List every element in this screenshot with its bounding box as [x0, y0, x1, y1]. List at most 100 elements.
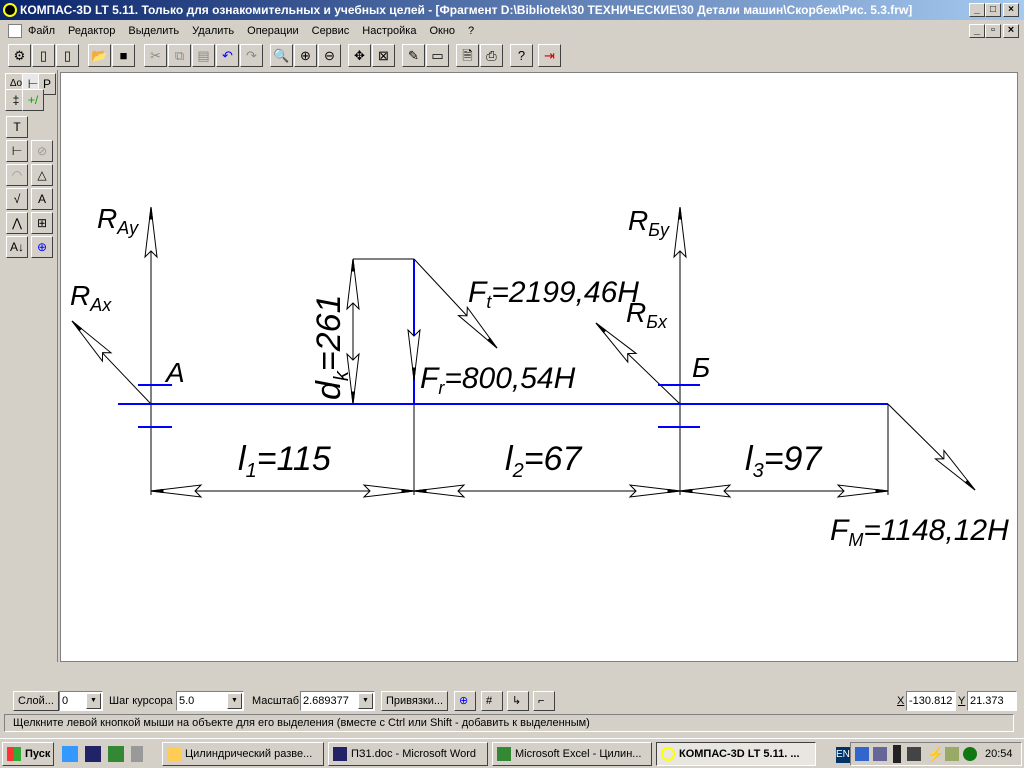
zoom-window-icon[interactable]: 🔍	[270, 44, 293, 67]
label-rby: RБy	[628, 205, 670, 240]
drawing: RAy RAx A RБy RБx Б dk=261 Ft=2199,46H F…	[67, 203, 1009, 550]
tray-app-icon[interactable]	[855, 747, 869, 761]
menu-help[interactable]: ?	[468, 25, 474, 37]
layer-select[interactable]: 0 ▼	[59, 691, 103, 711]
traffic-light-icon[interactable]	[893, 745, 901, 763]
mail-bug-icon[interactable]	[907, 747, 921, 761]
x-coordinate: -130.812	[906, 691, 956, 711]
word-icon[interactable]	[85, 746, 101, 762]
menu-service[interactable]: Сервис	[312, 25, 350, 37]
excel-icon[interactable]	[108, 746, 124, 762]
open-folder-icon[interactable]: 📂	[88, 44, 111, 67]
layers-icon[interactable]: ▭	[426, 44, 449, 67]
tray-tool-icon[interactable]	[945, 747, 959, 761]
text-icon[interactable]: T	[6, 116, 28, 138]
center-mark-icon[interactable]: ⊕	[31, 236, 53, 258]
doc-restore-button[interactable]: ▫	[985, 24, 1001, 38]
taskbar: Пуск Цилиндрический разве... ПЗ1.doc - M…	[0, 738, 1024, 768]
x-label: X	[897, 695, 905, 707]
undo-icon[interactable]: ↶	[216, 44, 239, 67]
menu-bar: Файл Редактор Выделить Удалить Операции Серви…	[0, 20, 1024, 42]
language-indicator[interactable]: EN	[836, 747, 850, 763]
menu-window[interactable]: Окно	[429, 25, 455, 37]
ie-icon[interactable]	[62, 746, 78, 762]
antivirus-icon[interactable]	[963, 747, 977, 761]
menu-operations[interactable]: Операции	[247, 25, 298, 37]
network-icon[interactable]	[873, 747, 887, 761]
redraw-icon[interactable]: ✎	[402, 44, 425, 67]
tolerance-icon[interactable]: ⊞	[31, 212, 53, 234]
zoom-out-icon[interactable]: ⊖	[318, 44, 341, 67]
ortho-icon[interactable]: ⌐	[533, 691, 555, 711]
label-fr: Fr=800,54H	[420, 362, 576, 398]
roughness-icon[interactable]: √	[6, 188, 28, 210]
menu-editor[interactable]: Редактор	[68, 25, 115, 37]
copy-icon[interactable]: ⧉	[168, 44, 191, 67]
step-label: Шаг курсора	[109, 695, 173, 707]
cut-icon[interactable]: ✂	[144, 44, 167, 67]
folder-icon	[167, 747, 181, 761]
menu-settings[interactable]: Настройка	[362, 25, 416, 37]
grid-icon[interactable]: #	[481, 691, 503, 711]
document-icon	[8, 24, 22, 38]
label-fm: FM=1148,12H	[830, 514, 1009, 550]
task-kompas[interactable]: КОМПАС-3D LT 5.11. ...	[656, 742, 816, 766]
lightning-icon[interactable]: ⚡	[927, 747, 944, 761]
step-select[interactable]: 5.0 ▼	[176, 691, 244, 711]
snaps-button[interactable]: Привязки...	[381, 691, 449, 711]
chevron-down-icon: ▼	[86, 693, 101, 709]
l2-arrow	[413, 484, 465, 498]
task-word[interactable]: ПЗ1.doc - Microsoft Word	[328, 742, 488, 766]
clock: 20:54	[985, 748, 1013, 760]
print-icon[interactable]: ⎙	[480, 44, 503, 67]
doc-minimize-button[interactable]: _	[969, 24, 985, 38]
linear-dimension-icon[interactable]: ⊢	[6, 140, 28, 162]
exit-icon[interactable]: ⇥	[538, 44, 561, 67]
save-icon[interactable]: ■	[112, 44, 135, 67]
dk-arrow	[346, 258, 360, 310]
paste-icon[interactable]: ▤	[192, 44, 215, 67]
minimize-button[interactable]: _	[969, 3, 985, 17]
status-line: Щелкните левой кнопкой мыши на объекте д…	[4, 714, 1014, 732]
y-coordinate: 21.373	[967, 691, 1017, 711]
start-button[interactable]: Пуск	[2, 742, 54, 766]
snap-grid-icon[interactable]: ⊕	[454, 691, 476, 711]
redo-icon[interactable]: ↷	[240, 44, 263, 67]
angle-dimension-icon[interactable]: △	[31, 164, 53, 186]
task-folder[interactable]: Цилиндрический разве...	[162, 742, 324, 766]
label-ft: Ft=2199,46H	[468, 276, 639, 312]
menu-select[interactable]: Выделить	[128, 25, 179, 37]
layer-button[interactable]: Слой...	[13, 691, 59, 711]
maximize-button[interactable]: □	[985, 3, 1001, 17]
leader-icon[interactable]: ⋀	[6, 212, 28, 234]
close-button[interactable]: ×	[1003, 3, 1019, 17]
kompas-logo-icon	[3, 3, 17, 17]
arc-dimension-icon[interactable]: ◠	[6, 164, 28, 186]
label-dk: dk=261	[310, 294, 353, 400]
new-document-icon[interactable]: ⚙	[8, 44, 31, 67]
select-tab-icon[interactable]: +/	[22, 89, 44, 111]
menu-delete[interactable]: Удалить	[192, 25, 234, 37]
preview-icon[interactable]: 🗎	[456, 44, 479, 67]
excel-doc-icon	[497, 747, 511, 761]
main-toolbar: ⚙ ▯ ▯ 📂 ■ ✂ ⧉ ▤ ↶ ↷ 🔍 ⊕ ⊖ ✥ ⊠ ✎ ▭ 🗎 ⎙ ? …	[4, 44, 564, 70]
scale-select[interactable]: 2.689377 ▼	[300, 691, 375, 711]
zoom-in-icon[interactable]: ⊕	[294, 44, 317, 67]
diameter-dimension-icon[interactable]: ⊘	[31, 140, 53, 162]
drawing-canvas[interactable]: RAy RAx A RБy RБx Б dk=261 Ft=2199,46H F…	[60, 72, 1018, 662]
view-arrow-icon[interactable]: A↓	[6, 236, 28, 258]
base-icon[interactable]: A	[31, 188, 53, 210]
pan-icon[interactable]: ✥	[348, 44, 371, 67]
label-bearing-a: A	[164, 357, 185, 388]
local-cs-icon[interactable]: ↳	[507, 691, 529, 711]
task-excel[interactable]: Microsoft Excel - Цилин...	[492, 742, 652, 766]
new-fragment-icon[interactable]: ▯	[56, 44, 79, 67]
show-all-icon[interactable]: ⊠	[372, 44, 395, 67]
doc-close-button[interactable]: ×	[1003, 24, 1019, 38]
menu-file[interactable]: Файл	[28, 25, 55, 37]
context-help-icon[interactable]: ?	[510, 44, 533, 67]
compact-panel: Δo ⊢ P ‡ +/ T ⊢ ⊘ ◠ △ √ A ⋀ ⊞ A↓ ⊕	[0, 70, 58, 662]
new-sheet-icon[interactable]: ▯	[32, 44, 55, 67]
window-title: КОМПАС-3D LT 5.11. Только для ознакомите…	[20, 3, 913, 17]
calculator-icon[interactable]	[131, 746, 143, 762]
